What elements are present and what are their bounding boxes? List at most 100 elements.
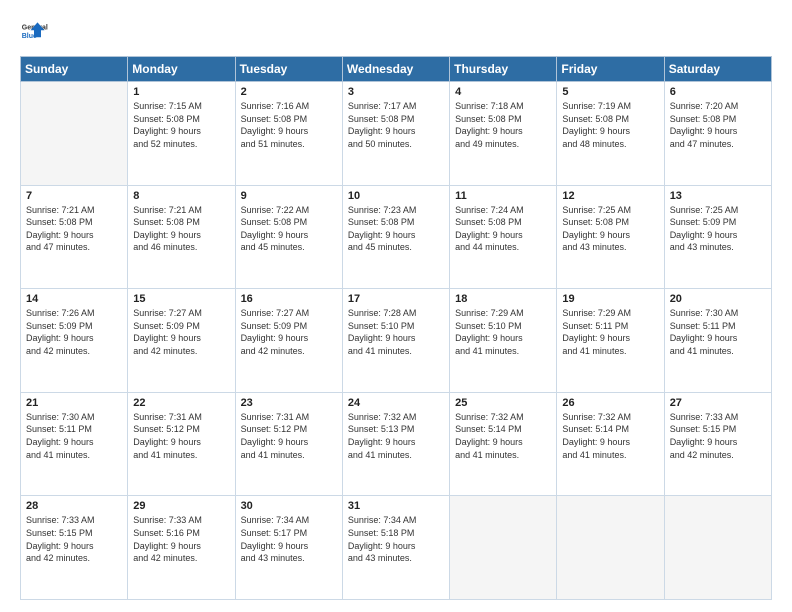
day-number: 1 (133, 86, 229, 98)
day-info: Sunrise: 7:21 AMSunset: 5:08 PMDaylight:… (133, 204, 229, 254)
calendar-cell: 31 Sunrise: 7:34 AMSunset: 5:18 PMDayligh… (342, 496, 449, 600)
day-info: Sunrise: 7:19 AMSunset: 5:08 PMDaylight:… (562, 100, 658, 150)
calendar-cell: 20 Sunrise: 7:30 AMSunset: 5:11 PMDayligh… (664, 289, 771, 393)
calendar-cell: 27Sunrise: 7:33 AMSunset: 5:15 PMDayligh… (664, 392, 771, 496)
day-number: 19 (562, 293, 658, 305)
day-info: Sunrise: 7:24 AMSunset: 5:08 PMDaylight:… (455, 204, 551, 254)
day-info: Sunrise: 7:21 AMSunset: 5:08 PMDaylight:… (26, 204, 122, 254)
calendar-cell (450, 496, 557, 600)
day-info: Sunrise: 7:32 AMSunset: 5:14 PMDaylight:… (562, 411, 658, 461)
calendar-cell: 5 Sunrise: 7:19 AMSunset: 5:08 PMDaylight… (557, 82, 664, 186)
day-number: 16 (241, 293, 337, 305)
day-number: 9 (241, 190, 337, 202)
day-number: 5 (562, 86, 658, 98)
weekday-header-thursday: Thursday (450, 57, 557, 82)
day-number: 12 (562, 190, 658, 202)
weekday-header-friday: Friday (557, 57, 664, 82)
calendar-cell: 16 Sunrise: 7:27 AMSunset: 5:09 PMDayligh… (235, 289, 342, 393)
weekday-header-tuesday: Tuesday (235, 57, 342, 82)
day-number: 21 (26, 397, 122, 409)
logo-icon: GeneralBlue (20, 18, 48, 46)
day-number: 11 (455, 190, 551, 202)
day-info: Sunrise: 7:30 AMSunset: 5:11 PMDaylight:… (670, 307, 766, 357)
weekday-header-monday: Monday (128, 57, 235, 82)
day-number: 6 (670, 86, 766, 98)
day-number: 22 (133, 397, 229, 409)
day-number: 15 (133, 293, 229, 305)
calendar-cell: 24 Sunrise: 7:32 AMSunset: 5:13 PMDayligh… (342, 392, 449, 496)
day-number: 3 (348, 86, 444, 98)
calendar-cell: 22 Sunrise: 7:31 AMSunset: 5:12 PMDayligh… (128, 392, 235, 496)
day-number: 18 (455, 293, 551, 305)
day-number: 30 (241, 500, 337, 512)
weekday-header-wednesday: Wednesday (342, 57, 449, 82)
calendar-cell (21, 82, 128, 186)
day-number: 28 (26, 500, 122, 512)
day-info: Sunrise: 7:25 AMSunset: 5:09 PMDaylight:… (670, 204, 766, 254)
day-info: Sunrise: 7:22 AMSunset: 5:08 PMDaylight:… (241, 204, 337, 254)
day-info: Sunrise: 7:29 AMSunset: 5:10 PMDaylight:… (455, 307, 551, 357)
calendar-cell: 26 Sunrise: 7:32 AMSunset: 5:14 PMDayligh… (557, 392, 664, 496)
day-info: Sunrise: 7:23 AMSunset: 5:08 PMDaylight:… (348, 204, 444, 254)
day-info: Sunrise: 7:33 AMSunset: 5:15 PMDaylight:… (26, 514, 122, 564)
day-number: 2 (241, 86, 337, 98)
calendar-cell: 4Sunrise: 7:18 AMSunset: 5:08 PMDaylight… (450, 82, 557, 186)
day-number: 25 (455, 397, 551, 409)
day-number: 26 (562, 397, 658, 409)
calendar-cell: 3 Sunrise: 7:17 AMSunset: 5:08 PMDaylight… (342, 82, 449, 186)
day-number: 10 (348, 190, 444, 202)
calendar-cell: 6 Sunrise: 7:20 AMSunset: 5:08 PMDaylight… (664, 82, 771, 186)
day-number: 17 (348, 293, 444, 305)
calendar-cell (664, 496, 771, 600)
day-number: 20 (670, 293, 766, 305)
day-info: Sunrise: 7:32 AMSunset: 5:13 PMDaylight:… (348, 411, 444, 461)
logo: GeneralBlue (20, 18, 48, 46)
calendar-cell: 28 Sunrise: 7:33 AMSunset: 5:15 PMDayligh… (21, 496, 128, 600)
day-info: Sunrise: 7:30 AMSunset: 5:11 PMDaylight:… (26, 411, 122, 461)
day-info: Sunrise: 7:34 AMSunset: 5:18 PMDaylight:… (348, 514, 444, 564)
weekday-header-sunday: Sunday (21, 57, 128, 82)
day-number: 13 (670, 190, 766, 202)
day-number: 27 (670, 397, 766, 409)
calendar-cell (557, 496, 664, 600)
day-info: Sunrise: 7:34 AMSunset: 5:17 PMDaylight:… (241, 514, 337, 564)
week-row-5: 28 Sunrise: 7:33 AMSunset: 5:15 PMDayligh… (21, 496, 772, 600)
day-number: 31 (348, 500, 444, 512)
calendar-cell: 2Sunrise: 7:16 AMSunset: 5:08 PMDaylight… (235, 82, 342, 186)
day-number: 14 (26, 293, 122, 305)
day-number: 23 (241, 397, 337, 409)
day-info: Sunrise: 7:18 AMSunset: 5:08 PMDaylight:… (455, 100, 551, 150)
day-info: Sunrise: 7:15 AMSunset: 5:08 PMDaylight:… (133, 100, 229, 150)
calendar-cell: 17 Sunrise: 7:28 AMSunset: 5:10 PMDayligh… (342, 289, 449, 393)
day-number: 24 (348, 397, 444, 409)
day-info: Sunrise: 7:20 AMSunset: 5:08 PMDaylight:… (670, 100, 766, 150)
week-row-3: 14 Sunrise: 7:26 AMSunset: 5:09 PMDayligh… (21, 289, 772, 393)
calendar-cell: 18 Sunrise: 7:29 AMSunset: 5:10 PMDayligh… (450, 289, 557, 393)
day-info: Sunrise: 7:29 AMSunset: 5:11 PMDaylight:… (562, 307, 658, 357)
calendar-cell: 11 Sunrise: 7:24 AMSunset: 5:08 PMDayligh… (450, 185, 557, 289)
calendar-cell: 19 Sunrise: 7:29 AMSunset: 5:11 PMDayligh… (557, 289, 664, 393)
day-info: Sunrise: 7:26 AMSunset: 5:09 PMDaylight:… (26, 307, 122, 357)
day-info: Sunrise: 7:27 AMSunset: 5:09 PMDaylight:… (241, 307, 337, 357)
day-number: 8 (133, 190, 229, 202)
calendar-cell: 30 Sunrise: 7:34 AMSunset: 5:17 PMDayligh… (235, 496, 342, 600)
day-info: Sunrise: 7:32 AMSunset: 5:14 PMDaylight:… (455, 411, 551, 461)
week-row-2: 7Sunrise: 7:21 AMSunset: 5:08 PMDaylight… (21, 185, 772, 289)
calendar-cell: 8 Sunrise: 7:21 AMSunset: 5:08 PMDaylight… (128, 185, 235, 289)
weekday-header-saturday: Saturday (664, 57, 771, 82)
calendar-cell: 14 Sunrise: 7:26 AMSunset: 5:09 PMDayligh… (21, 289, 128, 393)
week-row-1: 1 Sunrise: 7:15 AMSunset: 5:08 PMDaylight… (21, 82, 772, 186)
calendar-cell: 15Sunrise: 7:27 AMSunset: 5:09 PMDayligh… (128, 289, 235, 393)
calendar-cell: 29Sunrise: 7:33 AMSunset: 5:16 PMDayligh… (128, 496, 235, 600)
calendar-cell: 9 Sunrise: 7:22 AMSunset: 5:08 PMDaylight… (235, 185, 342, 289)
calendar-cell: 10 Sunrise: 7:23 AMSunset: 5:08 PMDayligh… (342, 185, 449, 289)
day-info: Sunrise: 7:31 AMSunset: 5:12 PMDaylight:… (241, 411, 337, 461)
weekday-header-row: SundayMondayTuesdayWednesdayThursdayFrid… (21, 57, 772, 82)
day-info: Sunrise: 7:31 AMSunset: 5:12 PMDaylight:… (133, 411, 229, 461)
day-info: Sunrise: 7:25 AMSunset: 5:08 PMDaylight:… (562, 204, 658, 254)
page: GeneralBlue SundayMondayTuesdayWednesday… (0, 0, 792, 612)
day-info: Sunrise: 7:28 AMSunset: 5:10 PMDaylight:… (348, 307, 444, 357)
day-info: Sunrise: 7:17 AMSunset: 5:08 PMDaylight:… (348, 100, 444, 150)
calendar-cell: 21 Sunrise: 7:30 AMSunset: 5:11 PMDayligh… (21, 392, 128, 496)
day-number: 29 (133, 500, 229, 512)
